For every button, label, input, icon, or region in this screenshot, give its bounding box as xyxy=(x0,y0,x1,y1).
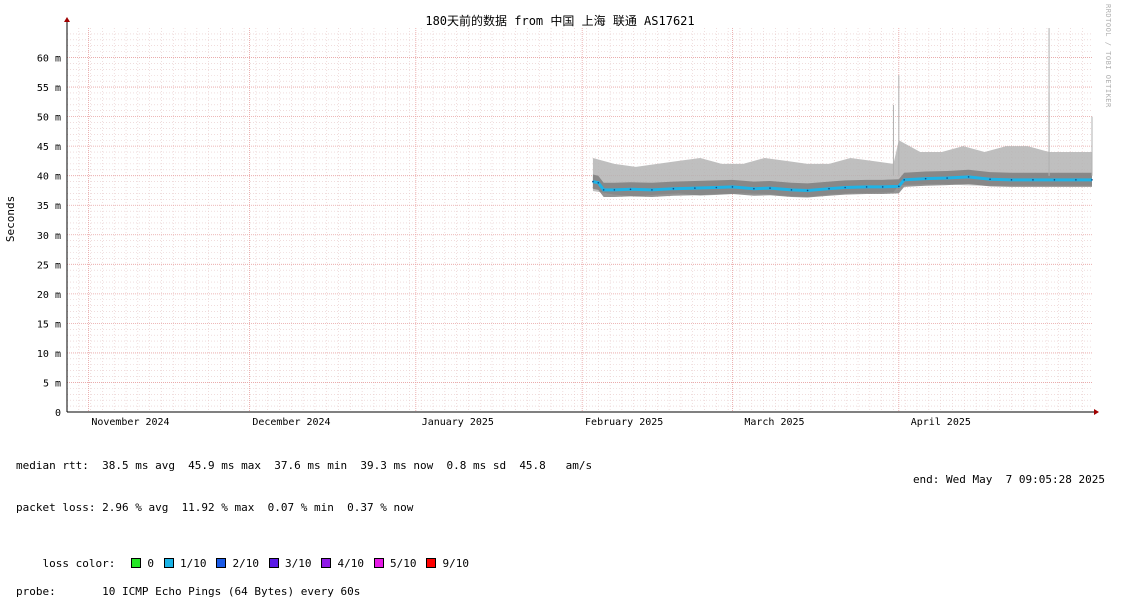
x-axis-arrow xyxy=(1094,409,1099,415)
y-tick-label: 40 m xyxy=(37,172,61,183)
y-tick-label: 50 m xyxy=(37,113,61,124)
median-rtt-point xyxy=(769,187,771,189)
loss-color-item: 9/10 xyxy=(426,557,469,570)
y-tick-label: 60 m xyxy=(37,54,61,65)
median-rtt-point xyxy=(903,179,905,181)
median-rtt-point xyxy=(651,189,653,191)
grid-layer xyxy=(66,28,1092,412)
y-axis-arrow xyxy=(64,17,70,22)
y-tick-label: 45 m xyxy=(37,142,61,153)
y-tick-label: 15 m xyxy=(37,319,61,330)
loss-color-swatch xyxy=(163,558,174,568)
median-rtt-point xyxy=(1032,179,1034,181)
y-tick-label: 20 m xyxy=(37,290,61,301)
x-tick-label: January 2025 xyxy=(422,417,494,428)
y-axis-label: Seconds xyxy=(4,196,17,242)
median-rtt-point xyxy=(1010,179,1013,181)
loss-color-swatch xyxy=(321,558,332,568)
median-rtt-point xyxy=(865,186,868,188)
y-tick-label: 30 m xyxy=(37,231,61,242)
loss-color-swatch xyxy=(373,558,384,568)
watermark: RRDTOOL / TOBI OETIKER xyxy=(1104,4,1112,108)
y-tick-label: 0 xyxy=(55,408,61,419)
median-rtt-point xyxy=(597,181,600,184)
loss-color-label-text: 3/10 xyxy=(284,557,312,570)
x-tick-label: February 2025 xyxy=(585,417,663,428)
median-rtt-point xyxy=(613,189,616,191)
median-rtt-point xyxy=(629,188,632,191)
chart-title: 180天前的数据 from 中国 上海 联通 AS17621 xyxy=(425,13,694,28)
median-rtt-point xyxy=(1091,179,1093,181)
loss-color-item: 5/10 xyxy=(373,557,417,570)
loss-color-swatch xyxy=(216,558,227,568)
median-rtt-point xyxy=(753,187,755,190)
median-rtt-point xyxy=(1053,179,1056,181)
median-rtt-point xyxy=(881,186,884,188)
median-rtt-point xyxy=(946,177,948,179)
y-tick-label: 10 m xyxy=(37,349,61,360)
median-rtt-point xyxy=(790,189,793,191)
data-layer xyxy=(592,28,1093,198)
loss-color-label-text: 9/10 xyxy=(442,557,469,570)
y-tick-label: 25 m xyxy=(37,260,61,271)
loss-color-swatch xyxy=(426,558,437,568)
end-timestamp: end: Wed May 7 09:05:28 2025 xyxy=(912,473,1105,486)
x-tick-label: November 2024 xyxy=(91,417,169,428)
median-rtt-point xyxy=(898,185,900,188)
loss-color-label: loss color: xyxy=(42,557,116,570)
x-tick-label: March 2025 xyxy=(744,417,804,428)
legend: median rtt: 38.5 ms avg 45.9 ms max 37.6… xyxy=(16,431,592,613)
median-rtt-point xyxy=(924,177,927,180)
loss-color-label-text: 1/10 xyxy=(179,557,207,570)
loss-color-item: 2/10 xyxy=(216,557,259,570)
median-rtt-point xyxy=(967,176,970,178)
median-rtt-point xyxy=(844,186,846,189)
chart: 0 5 m 10 m 15 m 20 m 25 m 30 m 35 m 40 m 45 m 50 m… xyxy=(4,13,1099,428)
median-rtt-point xyxy=(602,189,605,191)
median-rtt-stats: median rtt: 38.5 ms avg 45.9 ms max 37.6… xyxy=(16,459,593,472)
loss-color-label-text: 2/10 xyxy=(232,557,259,570)
median-rtt-point xyxy=(731,186,734,188)
loss-color-item: 3/10 xyxy=(268,557,312,570)
probe-info: probe: 10 ICMP Echo Pings (64 Bytes) eve… xyxy=(16,585,361,598)
loss-color-item: 4/10 xyxy=(321,557,364,570)
median-rtt-point xyxy=(715,186,718,189)
median-rtt-point xyxy=(694,187,696,189)
loss-color-items: 0 1/10 2/10 3/10 4/10 5/10 9/10 xyxy=(131,557,479,570)
loss-color-label-text: 4/10 xyxy=(337,557,364,570)
median-rtt-point xyxy=(592,180,594,183)
loss-color-swatch xyxy=(131,558,142,568)
packet-loss-stats: packet loss: 2.96 % avg 11.92 % max 0.07… xyxy=(16,501,414,514)
loss-color-swatch xyxy=(268,558,279,568)
loss-color-item: 1/10 xyxy=(163,557,207,570)
median-rtt-point xyxy=(672,187,675,190)
y-tick-label: 55 m xyxy=(37,83,61,94)
median-rtt-point xyxy=(828,187,830,190)
median-rtt-point xyxy=(1075,179,1077,181)
axis-layer: 0 5 m 10 m 15 m 20 m 25 m 30 m 35 m 40 m 45 m 50 m… xyxy=(37,17,1099,428)
median-rtt-point xyxy=(806,189,809,192)
y-tick-label: 5 m xyxy=(43,378,61,389)
loss-color-label-text: 0 xyxy=(147,557,154,570)
median-rtt-point xyxy=(989,178,991,181)
y-tick-label: 35 m xyxy=(37,201,61,212)
x-tick-label: December 2024 xyxy=(252,417,330,428)
loss-color-item: 0 xyxy=(131,557,154,570)
loss-color-label-text: 5/10 xyxy=(389,557,417,570)
loss-color-legend: loss color: 0 1/10 2/10 3/10 4/10 5/10 9/10 xyxy=(16,543,592,570)
x-tick-label: April 2025 xyxy=(911,417,971,428)
